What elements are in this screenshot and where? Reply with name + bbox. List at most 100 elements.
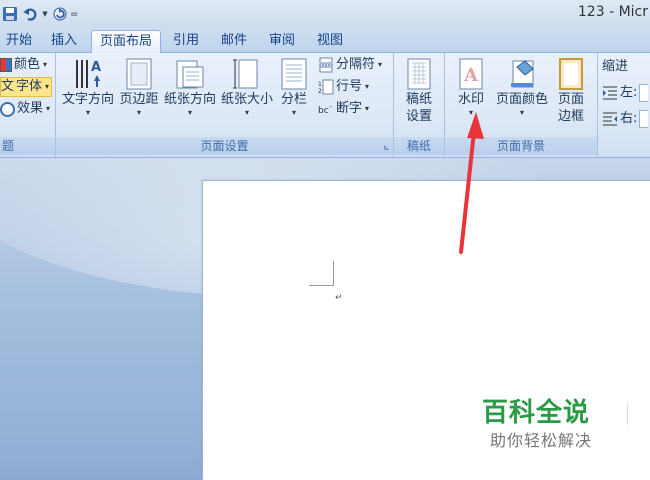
- columns-icon: [281, 58, 307, 90]
- theme-fonts-button[interactable]: 文 字体 ▾: [0, 77, 53, 97]
- indent-left-label: 左:: [620, 85, 638, 100]
- columns-label: 分栏: [280, 92, 307, 107]
- chevron-down-icon: ▾: [365, 82, 370, 91]
- line-numbers-icon: 1 2: [318, 79, 334, 95]
- redo-icon: [53, 7, 67, 21]
- orientation-icon: [176, 60, 204, 89]
- paint-bucket-icon: [511, 60, 534, 88]
- tab-insert[interactable]: 插入: [44, 30, 84, 51]
- page-setup-dialog-launcher[interactable]: ⊾: [383, 143, 390, 152]
- chevron-down-icon: ▾: [519, 108, 524, 117]
- tab-mailings[interactable]: 邮件: [214, 30, 254, 51]
- chevron-down-icon: ▾: [244, 108, 249, 117]
- tab-home[interactable]: 开始: [0, 30, 38, 51]
- themes-group-label: 题: [0, 137, 55, 155]
- chevron-down-icon: ▼: [42, 10, 48, 18]
- svg-text:A: A: [91, 60, 101, 75]
- theme-effects-label: 效果: [17, 101, 44, 116]
- page-background-group-label: 页面背景: [445, 137, 597, 155]
- margins-icon: [126, 58, 152, 90]
- chevron-down-icon: ▾: [378, 60, 383, 69]
- svg-text:-: -: [329, 102, 332, 112]
- page-color-button[interactable]: 页面颜色 ▾: [493, 57, 551, 118]
- indent-right-input[interactable]: [639, 110, 649, 128]
- window-title: 123 - Micr: [577, 4, 648, 20]
- page-borders-icon: [559, 58, 583, 90]
- draft-group-label: 稿纸: [394, 137, 444, 155]
- page-setup-group: A 文字方向 ▾ 页边距 ▾ 纸张方向 ▾ 纸张大小 ▾ 分栏 ▾ 分隔符 ▾ …: [56, 53, 394, 157]
- svg-text:bc: bc: [318, 106, 329, 116]
- indent-right-icon: [603, 112, 617, 126]
- site-watermark-slogan: 助你轻松解决: [490, 431, 593, 450]
- tab-view[interactable]: 视图: [310, 30, 350, 51]
- page-size-button[interactable]: 纸张大小 ▾: [219, 57, 275, 118]
- draft-settings-button[interactable]: 稿纸 设置: [400, 57, 438, 125]
- hyphenation-label: 断字: [336, 101, 363, 116]
- hyphenation-icon: bc -: [318, 102, 332, 116]
- page-setup-group-label: 页面设置: [56, 137, 393, 155]
- customize-qat-button[interactable]: =: [70, 9, 78, 20]
- indent-left-icon: [603, 86, 617, 100]
- indent-right-label: 右:: [620, 111, 638, 126]
- theme-colors-button[interactable]: 颜色 ▾: [0, 55, 47, 75]
- undo-button[interactable]: [20, 4, 40, 24]
- tab-references[interactable]: 引用: [166, 30, 206, 51]
- text-boundary-corner: [309, 261, 334, 286]
- draft-settings-label-2: 设置: [405, 109, 432, 124]
- indent-left-control[interactable]: 左:: [602, 83, 649, 103]
- tab-review[interactable]: 审阅: [262, 30, 302, 51]
- chevron-down-icon: ▾: [85, 108, 90, 117]
- chevron-down-icon: ▾: [468, 108, 473, 117]
- chevron-down-icon: ▾: [43, 60, 48, 69]
- page-borders-label-1: 页面: [557, 92, 584, 107]
- quick-access-toolbar: ▼ =: [0, 3, 78, 25]
- theme-fonts-label: 字体: [16, 79, 43, 94]
- page-background-group: A 水印 ▾ 页面颜色 ▾ 页面 边框 页面背景: [445, 53, 598, 157]
- columns-button[interactable]: 分栏 ▾: [276, 57, 312, 118]
- theme-colors-label: 颜色: [14, 57, 41, 72]
- paragraph-mark: ↵: [335, 293, 343, 303]
- watermark-icon: A: [459, 58, 483, 90]
- indent-left-input[interactable]: [639, 84, 649, 102]
- paragraph-group: 缩进 左: 右:: [598, 53, 650, 157]
- page-borders-button[interactable]: 页面 边框: [553, 57, 589, 125]
- breaks-label: 分隔符: [336, 57, 376, 72]
- orientation-label: 纸张方向: [163, 92, 216, 107]
- site-watermark-name: 百科全说: [482, 398, 591, 428]
- chevron-down-icon: ▾: [45, 82, 50, 91]
- line-numbers-button[interactable]: 1 2 行号 ▾: [318, 77, 369, 97]
- theme-fonts-icon: 文: [1, 79, 15, 94]
- draft-paper-group: 稿纸 设置 稿纸: [394, 53, 445, 157]
- breaks-button[interactable]: 分隔符 ▾: [318, 55, 382, 75]
- text-boundary-marker: [627, 403, 628, 425]
- chevron-down-icon: ▾: [365, 104, 370, 113]
- breaks-icon: [319, 57, 333, 73]
- tab-page-layout[interactable]: 页面布局: [91, 30, 161, 53]
- page-borders-label-2: 边框: [557, 109, 584, 124]
- text-direction-button[interactable]: A 文字方向 ▾: [60, 57, 116, 118]
- indent-heading: 缩进: [602, 59, 629, 74]
- orientation-button[interactable]: 纸张方向 ▾: [162, 57, 218, 118]
- undo-icon: [23, 8, 37, 21]
- save-icon: [3, 7, 17, 21]
- text-direction-label: 文字方向: [61, 92, 114, 107]
- save-button[interactable]: [0, 4, 20, 24]
- undo-dropdown[interactable]: ▼: [40, 4, 50, 24]
- effects-icon: [0, 101, 15, 117]
- draft-paper-icon: [407, 58, 431, 90]
- margins-button[interactable]: 页边距 ▾: [117, 57, 161, 118]
- svg-text:A: A: [463, 65, 479, 86]
- hyphenation-button[interactable]: bc - 断字 ▾: [318, 99, 369, 119]
- page-size-icon: [233, 59, 258, 89]
- page-size-label: 纸张大小: [220, 92, 273, 107]
- draft-settings-label-1: 稿纸: [405, 92, 432, 107]
- text-direction-icon: A: [76, 60, 101, 88]
- watermark-label: 水印: [457, 92, 484, 107]
- redo-button[interactable]: [50, 4, 70, 24]
- title-bar: ▼ = 123 - Micr: [0, 0, 650, 28]
- indent-right-control[interactable]: 右:: [602, 109, 649, 129]
- watermark-button[interactable]: A 水印 ▾: [451, 57, 491, 118]
- theme-effects-button[interactable]: 效果 ▾: [0, 99, 50, 119]
- svg-text:1: 1: [318, 81, 322, 88]
- page-color-label: 页面颜色: [495, 92, 548, 107]
